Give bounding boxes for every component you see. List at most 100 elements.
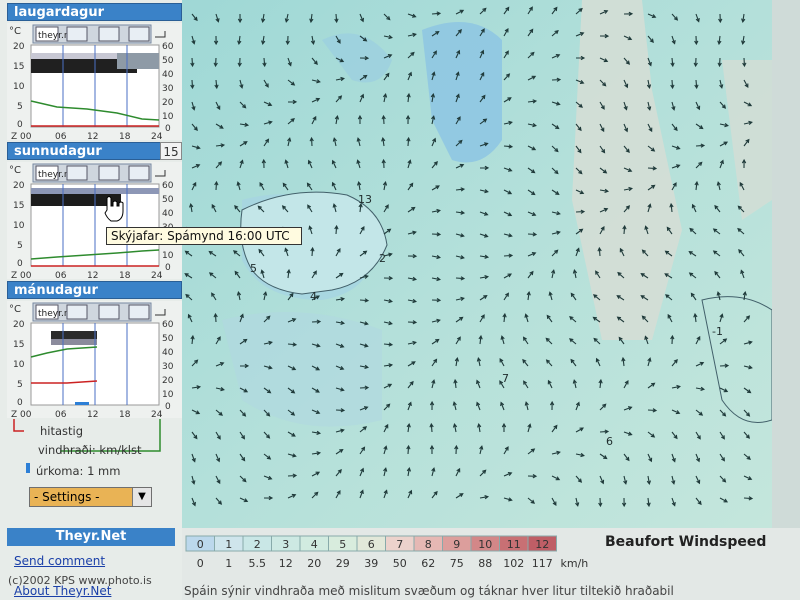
day-chart: °C theyr.net 20 15 10 5 0 60 50 40 30 20… xyxy=(7,23,182,140)
kmh-value: 1 xyxy=(225,557,232,570)
cloud-cover-band xyxy=(51,331,97,339)
map-label: 5 xyxy=(250,262,257,275)
svg-text:15: 15 xyxy=(13,62,24,72)
svg-text:15: 15 xyxy=(13,340,24,350)
svg-text:50: 50 xyxy=(162,334,174,344)
sidebar: laugardagur °C theyr.net 20 15 10 5 0 60… xyxy=(0,0,302,600)
cloud-icon xyxy=(66,165,88,181)
day-badge: 15 xyxy=(160,142,182,160)
unit-celsius: °C xyxy=(9,26,21,37)
svg-text:10: 10 xyxy=(162,390,174,400)
kmh-value: 50 xyxy=(393,557,407,570)
svg-text:12: 12 xyxy=(87,271,98,279)
svg-text:18: 18 xyxy=(119,271,131,279)
map-label: 6 xyxy=(606,435,613,448)
svg-text:18: 18 xyxy=(119,132,131,140)
svg-text:20: 20 xyxy=(13,42,25,52)
rain-bar xyxy=(75,402,89,405)
beaufort-number: 0 xyxy=(197,538,204,551)
cloud-icon xyxy=(98,165,120,181)
cloud-icon xyxy=(128,26,150,42)
svg-text:Z 00: Z 00 xyxy=(11,271,32,279)
svg-text:06: 06 xyxy=(55,132,67,140)
svg-text:°C: °C xyxy=(9,304,21,315)
svg-text:20: 20 xyxy=(162,376,174,386)
tooltip: Skýjafar: Spámynd 16:00 UTC xyxy=(106,227,302,245)
brand-title: Theyr.Net xyxy=(7,528,175,546)
map-label: 4 xyxy=(310,290,317,303)
svg-text:30: 30 xyxy=(162,84,174,94)
cloud-icon xyxy=(98,26,120,42)
watermark: (c)2002 KPS www.photo.is xyxy=(8,574,152,587)
kmh-value: 39 xyxy=(364,557,378,570)
svg-text:06: 06 xyxy=(55,271,67,279)
forecast-day-monday[interactable]: mánudagur °C theyr.net 20 15 10 5 0 60 5… xyxy=(7,281,182,418)
forecast-day-sunday[interactable]: sunnudagur 15 °C theyr.net 20 15 10 5 0 … xyxy=(7,142,182,279)
day-title[interactable]: sunnudagur xyxy=(7,142,182,160)
kmh-value: 88 xyxy=(478,557,492,570)
cloud-icon xyxy=(66,26,88,42)
cloud-icon xyxy=(98,304,120,320)
svg-text:40: 40 xyxy=(162,70,174,80)
svg-text:20: 20 xyxy=(13,320,25,330)
beaufort-number: 6 xyxy=(368,538,375,551)
kmh-unit: km/h xyxy=(561,557,589,570)
svg-text:50: 50 xyxy=(162,195,174,205)
scale-bar: 001125.531242052963975086297510881110212… xyxy=(185,535,589,570)
svg-text:0: 0 xyxy=(165,402,171,412)
svg-text:60: 60 xyxy=(162,320,174,330)
svg-text:5: 5 xyxy=(17,102,23,112)
day-title[interactable]: mánudagur xyxy=(7,281,182,299)
kmh-value: 117 xyxy=(532,557,553,570)
cloud-icon xyxy=(128,165,150,181)
svg-text:20: 20 xyxy=(162,98,174,108)
kmh-value: 62 xyxy=(421,557,435,570)
beaufort-number: 4 xyxy=(311,538,318,551)
svg-text:24: 24 xyxy=(151,271,163,279)
svg-text:12: 12 xyxy=(87,132,98,140)
beaufort-number: 5 xyxy=(339,538,346,551)
send-comment-link[interactable]: Send comment xyxy=(14,554,105,568)
beaufort-number: 1 xyxy=(225,538,232,551)
legend-temp: hitastig xyxy=(40,424,84,438)
map-label: 13 xyxy=(358,193,372,206)
svg-text:40: 40 xyxy=(162,348,174,358)
svg-text:5: 5 xyxy=(17,241,23,251)
cloud-icon xyxy=(128,304,150,320)
day-chart: °C theyr.net 20 15 10 5 0 60 50 40 30 20… xyxy=(7,301,182,418)
svg-text:5: 5 xyxy=(17,380,23,390)
legend-rain: úrkoma: 1 mm xyxy=(36,464,121,478)
map-label: 7 xyxy=(502,372,509,385)
svg-text:40: 40 xyxy=(162,209,174,219)
svg-text:60: 60 xyxy=(162,181,174,191)
cloud-icon xyxy=(66,304,88,320)
beaufort-number: 3 xyxy=(282,538,289,551)
svg-text:0: 0 xyxy=(17,259,23,269)
scale-title: Beaufort Windspeed xyxy=(605,534,767,550)
day-title[interactable]: laugardagur xyxy=(7,3,182,21)
map-label: 2 xyxy=(379,252,386,265)
kmh-value: 5.5 xyxy=(249,557,267,570)
svg-text:10: 10 xyxy=(13,82,25,92)
chevron-down-icon[interactable]: ▼ xyxy=(132,488,151,506)
svg-text:10: 10 xyxy=(162,112,174,122)
beaufort-number: 7 xyxy=(396,538,403,551)
svg-text:0: 0 xyxy=(165,263,171,273)
svg-text:24: 24 xyxy=(151,132,163,140)
map-edge xyxy=(772,0,800,528)
beaufort-number: 2 xyxy=(254,538,261,551)
svg-text:30: 30 xyxy=(162,362,174,372)
settings-select[interactable]: - Settings - ▼ xyxy=(29,487,152,507)
settings-label: - Settings - xyxy=(34,490,100,504)
wind-map[interactable]: 13 2 5 4 7 -1 6 xyxy=(182,0,772,528)
beaufort-scale: 0 0 1 1 2 5.5 3 12 4 20 5 29 6 39 7 50 8 62 9 75 10 88 11 102 12… xyxy=(182,528,800,600)
kmh-value: 102 xyxy=(503,557,524,570)
svg-text:50: 50 xyxy=(162,56,174,66)
kmh-value: 75 xyxy=(450,557,464,570)
forecast-day-saturday[interactable]: laugardagur °C theyr.net 20 15 10 5 0 60… xyxy=(7,3,182,140)
svg-text:60: 60 xyxy=(162,42,174,52)
svg-text:20: 20 xyxy=(13,181,25,191)
svg-text:15: 15 xyxy=(13,201,24,211)
map-label: -1 xyxy=(712,325,723,338)
kmh-value: 12 xyxy=(279,557,293,570)
